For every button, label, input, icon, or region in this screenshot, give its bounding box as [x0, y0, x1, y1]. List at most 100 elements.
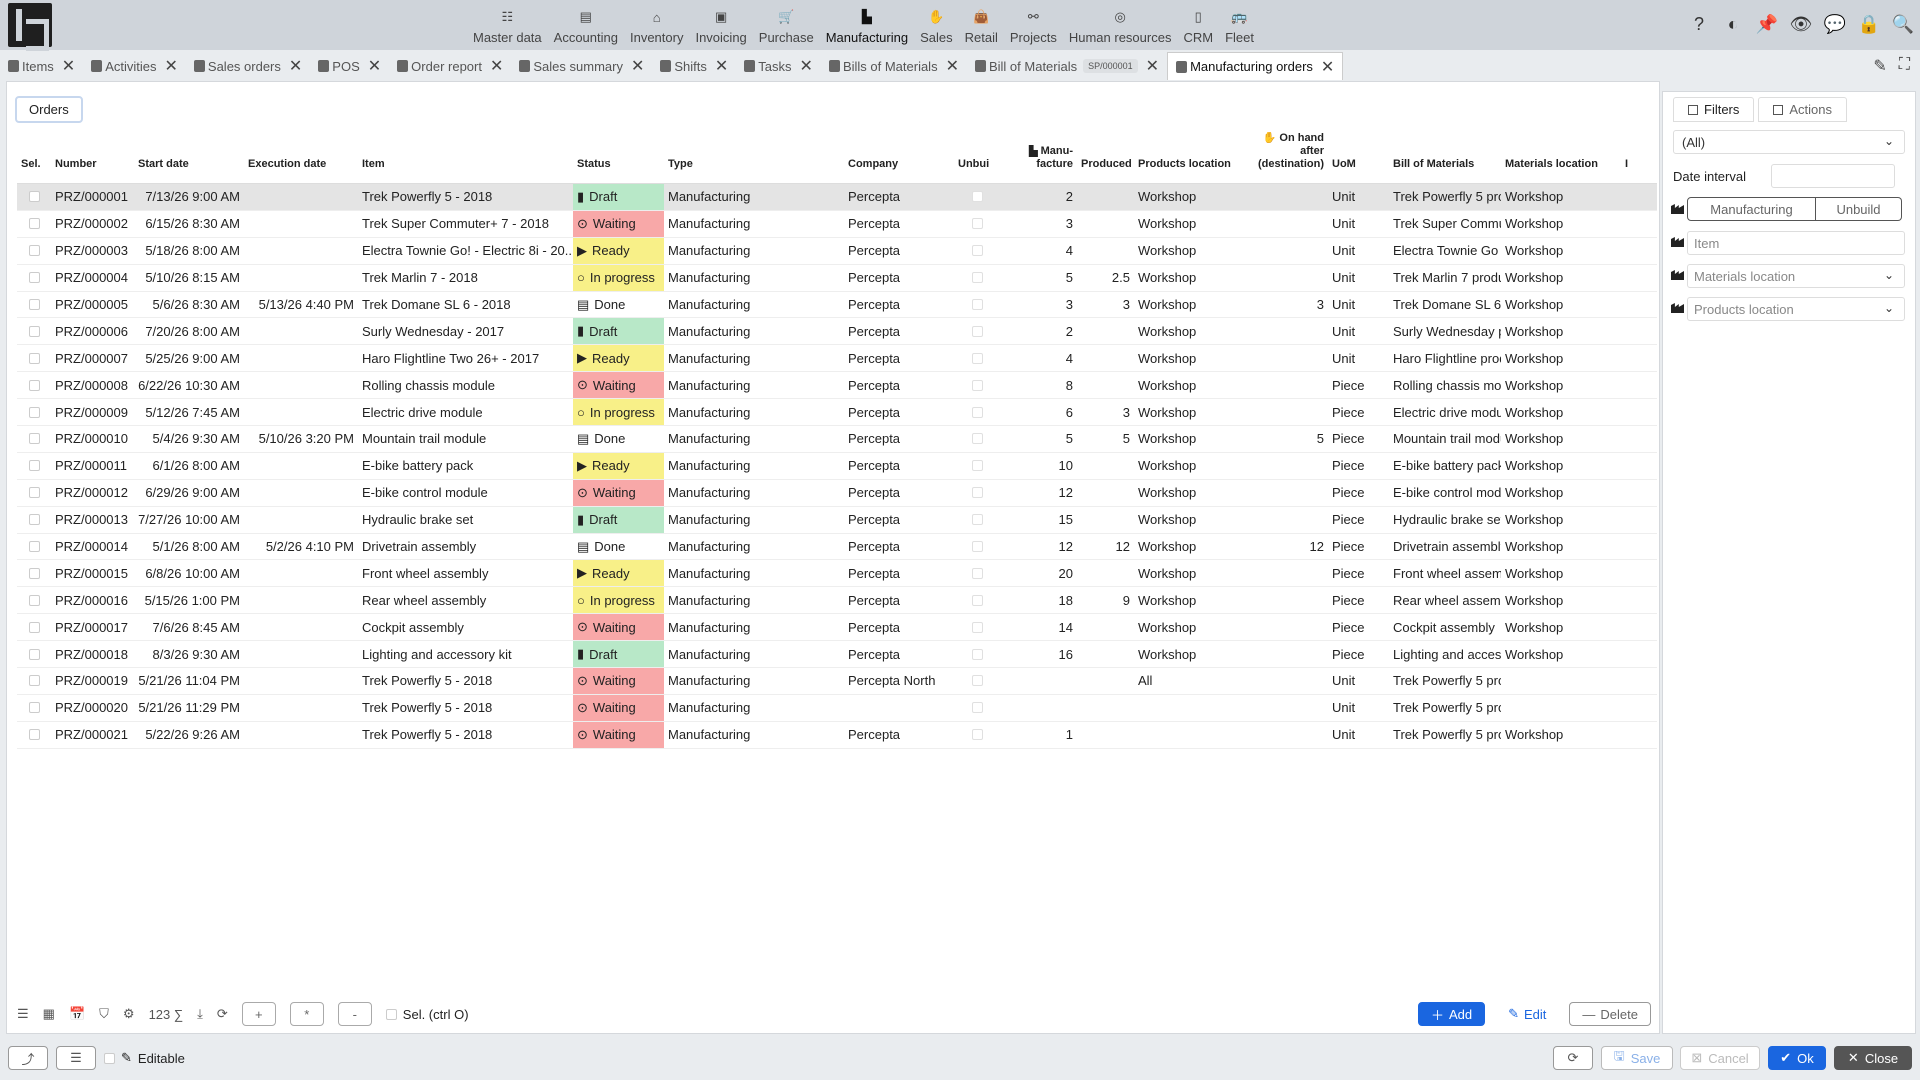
- download-icon[interactable]: ⤓: [197, 1006, 203, 1022]
- col-number[interactable]: Number: [51, 158, 134, 183]
- col-produced[interactable]: Produced: [1077, 158, 1134, 183]
- search-icon[interactable]: 🔍: [1892, 12, 1914, 36]
- help-icon[interactable]: ?: [1688, 12, 1710, 36]
- tab-shifts[interactable]: Shifts ✕: [652, 52, 736, 80]
- table-row[interactable]: PRZ/000004 5/10/26 8:15 AM Trek Marlin 7 -…: [17, 264, 1657, 292]
- col-onhand[interactable]: ✋ On hand after (destination): [1252, 132, 1328, 183]
- editable-toggle[interactable]: ✎ Editable: [104, 1050, 185, 1066]
- table-row[interactable]: PRZ/000014 5/1/26 8:00 AM 5/2/26 4:10 PM Dr…: [17, 534, 1657, 561]
- module-manufacturing[interactable]: ▙ Manufacturing: [820, 0, 914, 50]
- row-checkbox[interactable]: [28, 541, 40, 553]
- row-select-cell[interactable]: [17, 372, 51, 398]
- close-icon[interactable]: ✕: [946, 56, 959, 76]
- row-select-cell[interactable]: [17, 695, 51, 721]
- row-select-cell[interactable]: [17, 292, 51, 318]
- grid-view-icon[interactable]: ▦: [43, 1006, 55, 1022]
- close-icon[interactable]: ✕: [800, 56, 813, 76]
- row-checkbox[interactable]: [28, 675, 40, 687]
- sel-checkbox[interactable]: [385, 1008, 397, 1020]
- refresh-icon[interactable]: ⟳: [217, 1006, 228, 1022]
- adjust-button[interactable]: ☰: [56, 1046, 96, 1070]
- tab-orders[interactable]: Orders: [15, 96, 83, 123]
- row-select-cell[interactable]: [17, 345, 51, 371]
- table-row[interactable]: PRZ/000017 7/6/26 8:45 AM Cockpit assembly…: [17, 614, 1657, 642]
- row-checkbox[interactable]: [28, 729, 40, 741]
- col-uom[interactable]: UoM: [1328, 158, 1389, 183]
- col-item[interactable]: Item: [358, 158, 573, 183]
- save-button[interactable]: 🖫 Save: [1601, 1046, 1673, 1070]
- col-type[interactable]: Type: [664, 158, 844, 183]
- close-icon[interactable]: ✕: [165, 56, 178, 76]
- row-checkbox[interactable]: [28, 702, 40, 714]
- module-invoicing[interactable]: ▣ Invoicing: [689, 0, 752, 50]
- table-row[interactable]: PRZ/000006 7/20/26 8:00 AM Surly Wednesday…: [17, 318, 1657, 346]
- row-checkbox[interactable]: [28, 460, 40, 472]
- row-checkbox[interactable]: [28, 325, 40, 337]
- pin-icon[interactable]: 📌: [1756, 12, 1778, 36]
- table-row[interactable]: PRZ/000021 5/22/26 9:26 AM Trek Powerfly 5…: [17, 721, 1657, 749]
- close-icon[interactable]: ✕: [1321, 57, 1334, 77]
- table-row[interactable]: PRZ/000010 5/4/26 9:30 AM 5/10/26 3:20 PM M…: [17, 426, 1657, 453]
- fullscreen-icon[interactable]: ⛶: [1899, 56, 1910, 76]
- item-filter[interactable]: Item: [1687, 231, 1905, 255]
- row-checkbox[interactable]: [28, 299, 40, 310]
- tab-activities[interactable]: Activities ✕: [83, 52, 186, 80]
- col-materials-location[interactable]: Materials location: [1501, 158, 1621, 183]
- table-row[interactable]: PRZ/000009 5/12/26 7:45 AM Electric drive …: [17, 399, 1657, 427]
- module-crm[interactable]: ▯ CRM: [1177, 0, 1219, 50]
- row-select-cell[interactable]: [17, 184, 51, 210]
- close-icon[interactable]: ✕: [368, 56, 381, 76]
- row-select-cell[interactable]: [17, 534, 51, 560]
- row-select-cell[interactable]: [17, 587, 51, 613]
- table-row[interactable]: PRZ/000002 6/15/26 8:30 AM Trek Super Comm…: [17, 210, 1657, 238]
- table-row[interactable]: PRZ/000015 6/8/26 10:00 AM Front wheel ass…: [17, 560, 1657, 588]
- row-select-cell[interactable]: [17, 614, 51, 640]
- app-logo[interactable]: [8, 3, 52, 51]
- row-select-cell[interactable]: [17, 238, 51, 264]
- tab-order-report[interactable]: Order report ✕: [389, 52, 511, 80]
- module-fleet[interactable]: 🚌 Fleet: [1219, 0, 1260, 50]
- row-checkbox[interactable]: [28, 514, 40, 526]
- col-start-date[interactable]: Start date: [134, 158, 244, 183]
- tab-bill-of-materials[interactable]: Bill of Materials SP/000001 ✕: [967, 52, 1167, 80]
- module-inventory[interactable]: ⌂ Inventory: [624, 0, 689, 50]
- module-retail[interactable]: 👜 Retail: [959, 0, 1004, 50]
- calendar-view-icon[interactable]: 📅: [69, 1006, 85, 1022]
- close-icon[interactable]: ✕: [1146, 56, 1159, 76]
- table-row[interactable]: PRZ/000007 5/25/26 9:00 AM Haro Flightline…: [17, 345, 1657, 373]
- row-checkbox[interactable]: [28, 191, 40, 203]
- row-checkbox[interactable]: [28, 352, 40, 364]
- row-select-cell[interactable]: [17, 560, 51, 586]
- table-row[interactable]: PRZ/000011 6/1/26 8:00 AM E-bike battery p…: [17, 452, 1657, 480]
- tab-items[interactable]: Items ✕: [0, 52, 83, 80]
- row-select-cell[interactable]: [17, 480, 51, 506]
- module-master-data[interactable]: ☷ Master data: [467, 0, 548, 50]
- tab-filters[interactable]: Filters: [1673, 97, 1755, 122]
- table-row[interactable]: PRZ/000001 7/13/26 9:00 AM Trek Powerfly 5…: [17, 184, 1657, 211]
- col-more[interactable]: I: [1621, 158, 1633, 183]
- table-row[interactable]: PRZ/000016 5/15/26 1:00 PM Rear wheel asse…: [17, 587, 1657, 615]
- tab-actions[interactable]: Actions: [1758, 97, 1848, 122]
- select-all-button[interactable]: *: [289, 1002, 324, 1026]
- edit-button[interactable]: ✎ Edit: [1495, 1002, 1560, 1026]
- cancel-button[interactable]: ⊠ Cancel: [1680, 1046, 1760, 1070]
- col-execution-date[interactable]: Execution date: [244, 158, 358, 183]
- row-select-cell[interactable]: [17, 211, 51, 237]
- col-status[interactable]: Status: [573, 158, 664, 183]
- module-accounting[interactable]: ▤ Accounting: [548, 0, 624, 50]
- table-row[interactable]: PRZ/000018 8/3/26 9:30 AM Lighting and acc…: [17, 641, 1657, 669]
- row-select-cell[interactable]: [17, 426, 51, 452]
- row-checkbox[interactable]: [28, 272, 40, 284]
- table-row[interactable]: PRZ/000003 5/18/26 8:00 AM Electra Townie …: [17, 237, 1657, 265]
- ok-button[interactable]: ✔ Ok: [1768, 1046, 1826, 1070]
- col-sel[interactable]: Sel.: [17, 158, 51, 183]
- close-icon[interactable]: ✕: [631, 56, 644, 76]
- materials-location-filter[interactable]: Materials location ⌄: [1687, 264, 1905, 288]
- row-checkbox[interactable]: [28, 594, 40, 606]
- row-select-cell[interactable]: [17, 722, 51, 748]
- tab-tasks[interactable]: Tasks ✕: [736, 52, 821, 80]
- module-human-resources[interactable]: ◎ Human resources: [1063, 0, 1178, 50]
- products-location-filter[interactable]: Products location ⌄: [1687, 297, 1905, 321]
- row-checkbox[interactable]: [28, 567, 40, 579]
- expand-button[interactable]: +: [241, 1002, 276, 1026]
